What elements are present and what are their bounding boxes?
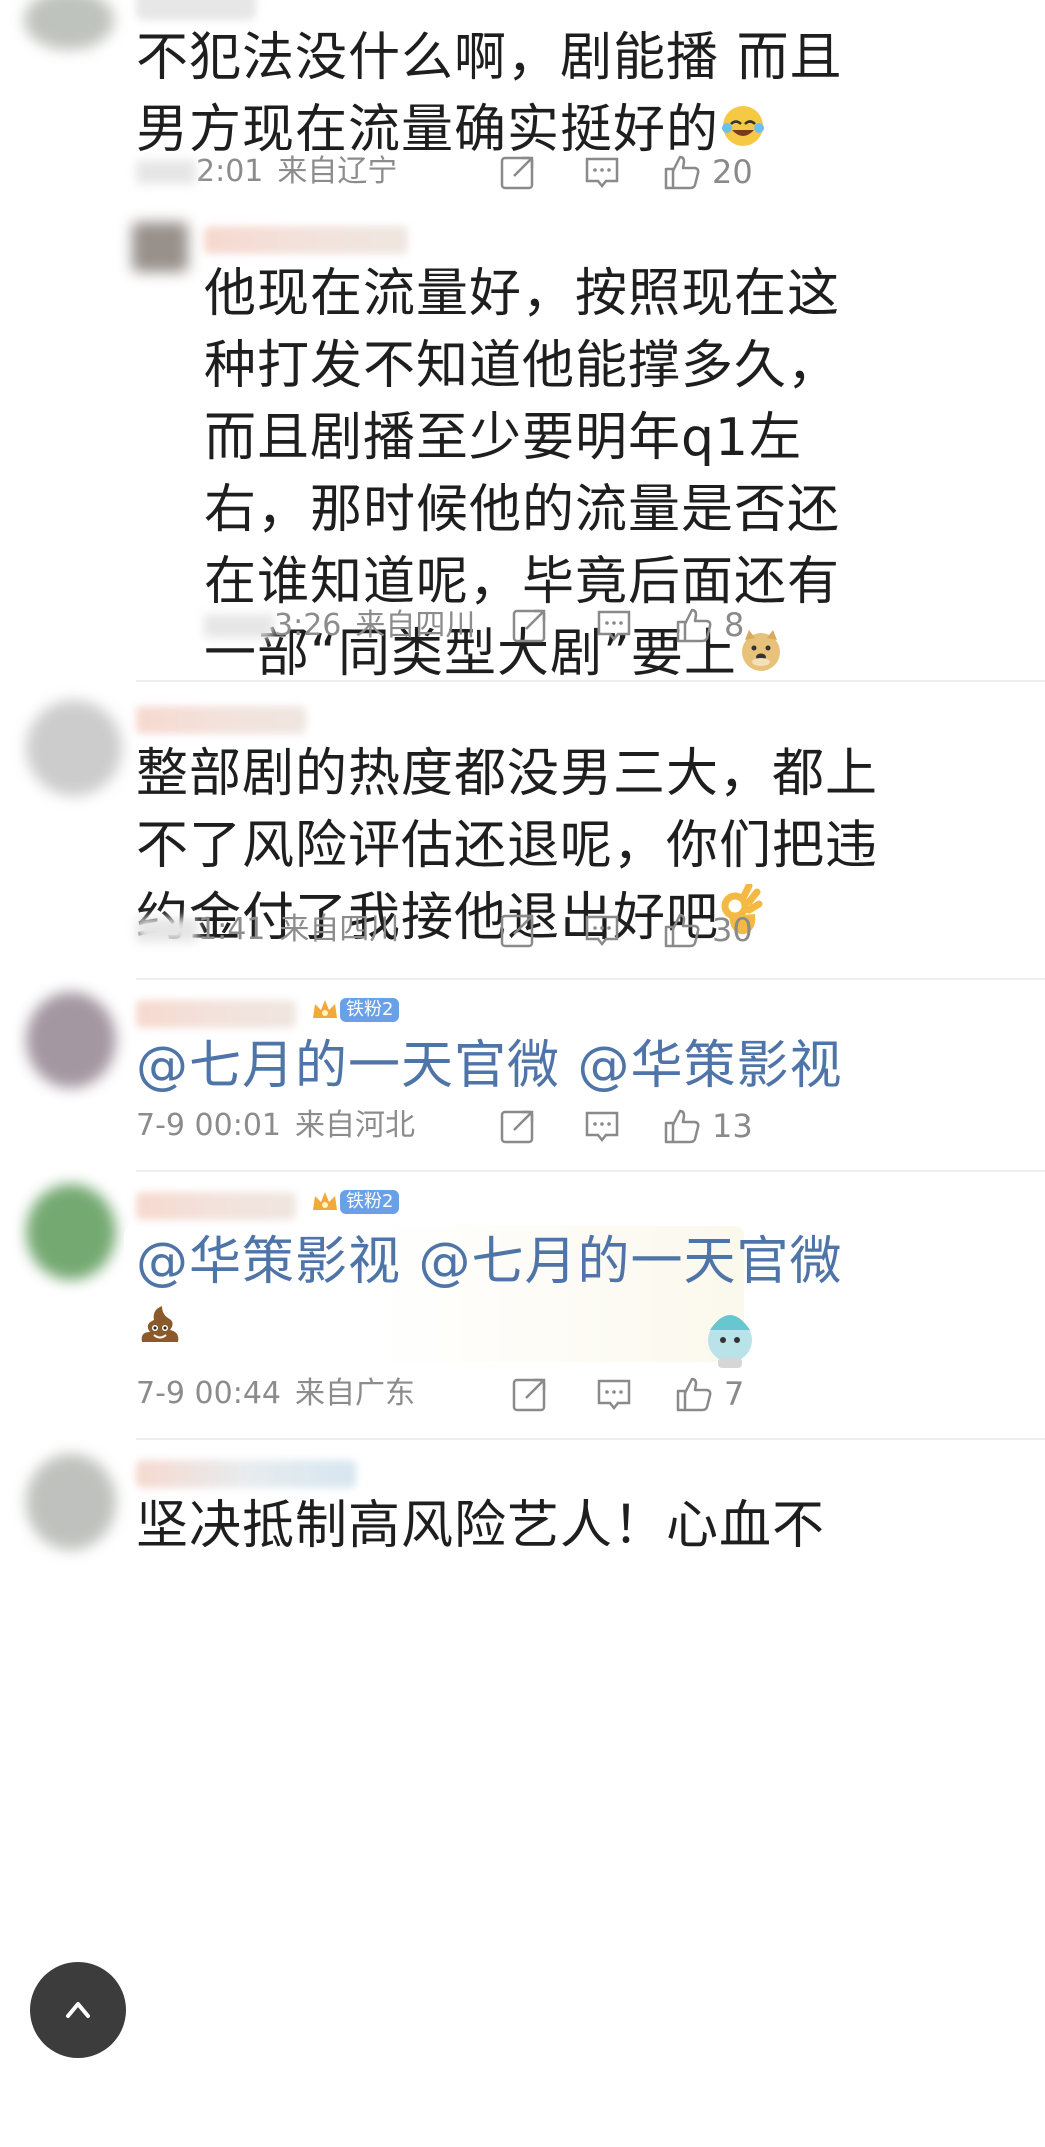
comment-text: 坚决抵制高风险艺人！心血不 xyxy=(136,1496,826,1556)
back-to-top-button[interactable] xyxy=(30,1962,126,2058)
divider xyxy=(136,1170,1045,1172)
comment-actions: 20 xyxy=(498,147,753,197)
comment-time: 7-9 00:44 xyxy=(136,1376,281,1411)
avatar[interactable] xyxy=(132,222,188,272)
repost-icon[interactable] xyxy=(498,910,538,950)
comment-icon[interactable] xyxy=(582,152,622,192)
repost-icon[interactable] xyxy=(498,152,538,192)
comment-actions: 8 xyxy=(510,600,744,650)
divider xyxy=(136,978,1045,980)
comment-meta: 7-9 00:44 来自广东 xyxy=(136,1374,415,1414)
comment-text[interactable]: @华策影视 @七月的一天官微 xyxy=(136,1226,843,1298)
comment-icon[interactable] xyxy=(594,1374,634,1414)
comment-meta: 3:26 来自四川 xyxy=(204,606,475,646)
comment-location: 来自四川 xyxy=(279,912,400,947)
comment-meta: 7-9 00:01 来自河北 xyxy=(136,1106,415,1146)
crown-icon xyxy=(313,1192,337,1210)
time-blur xyxy=(204,614,274,638)
fan-badge: 铁粉2 xyxy=(310,996,400,1024)
comment-time: 3:26 xyxy=(274,608,342,643)
repost-icon[interactable] xyxy=(510,1374,550,1414)
comment-icon[interactable] xyxy=(582,910,622,950)
like-count: 30 xyxy=(712,911,753,949)
repost-icon[interactable] xyxy=(510,605,550,645)
back-to-top-icon xyxy=(66,2002,90,2018)
username[interactable] xyxy=(136,1000,296,1028)
like-count: 7 xyxy=(724,1375,745,1413)
username[interactable] xyxy=(136,1460,356,1488)
username[interactable] xyxy=(136,706,306,734)
comment-location: 来自辽宁 xyxy=(277,154,398,189)
comment-time: 7-9 00:01 xyxy=(136,1108,281,1143)
comment-actions: 30 xyxy=(498,905,753,955)
like-icon[interactable] xyxy=(674,1374,714,1414)
comment-meta: 2:01 来自辽宁 xyxy=(136,152,397,192)
username[interactable] xyxy=(136,0,256,20)
avatar[interactable] xyxy=(26,1454,116,1550)
comment-location: 来自四川 xyxy=(355,608,476,643)
time-blur xyxy=(136,918,198,942)
comment-time: 2:01 xyxy=(196,154,264,189)
comment-location: 来自河北 xyxy=(295,1108,415,1143)
comment-icon[interactable] xyxy=(594,605,634,645)
like-count: 8 xyxy=(724,606,745,644)
username[interactable] xyxy=(204,226,408,254)
decor-sticker-icon xyxy=(700,1300,760,1370)
repost-icon[interactable] xyxy=(498,1106,538,1146)
comment-icon[interactable] xyxy=(582,1106,622,1146)
crown-icon xyxy=(313,1000,337,1018)
like-icon[interactable] xyxy=(662,910,702,950)
like-icon[interactable] xyxy=(662,1106,702,1146)
avatar[interactable] xyxy=(26,1184,116,1280)
like-count: 13 xyxy=(712,1107,753,1145)
comment-meta: 1:41 来自四川 xyxy=(136,910,399,950)
fan-badge: 铁粉2 xyxy=(310,1188,400,1216)
comment-actions: 7 xyxy=(510,1369,744,1419)
comment-location: 来自广东 xyxy=(295,1376,415,1411)
like-count: 20 xyxy=(712,153,753,191)
like-icon[interactable] xyxy=(674,605,714,645)
divider xyxy=(136,680,1045,682)
avatar[interactable] xyxy=(24,0,114,50)
poop-emoji xyxy=(136,1300,184,1352)
avatar[interactable] xyxy=(26,700,122,796)
comment-actions: 13 xyxy=(498,1101,753,1151)
fan-badge-label: 铁粉2 xyxy=(340,1190,400,1214)
time-blur xyxy=(136,160,196,184)
like-icon[interactable] xyxy=(662,152,702,192)
comment-text[interactable]: @七月的一天官微 @华策影视 xyxy=(136,1030,843,1102)
username[interactable] xyxy=(136,1192,296,1220)
avatar[interactable] xyxy=(26,992,116,1088)
divider xyxy=(136,1438,1045,1440)
fan-badge-label: 铁粉2 xyxy=(340,998,400,1022)
comment-time: 1:41 xyxy=(198,912,266,947)
